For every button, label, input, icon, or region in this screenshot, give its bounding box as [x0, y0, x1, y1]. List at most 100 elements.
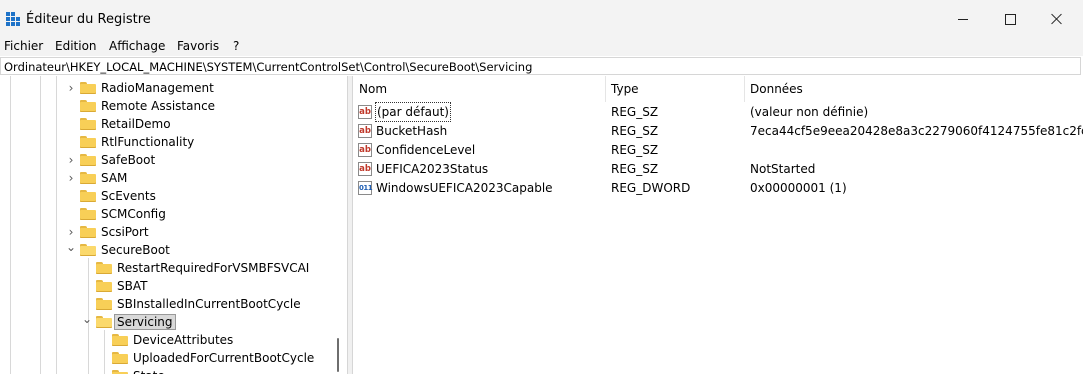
- value-row[interactable]: ab ConfidenceLevel REG_SZ: [353, 141, 1083, 159]
- value-row[interactable]: ab (par défaut) REG_SZ (valeur non définie): [353, 102, 1083, 122]
- tree-item-uploadedforcurrentbootcycle[interactable]: UploadedForCurrentBootCycle: [112, 349, 314, 367]
- folder-icon: [112, 370, 128, 374]
- value-row[interactable]: ab UEFICA2023Status REG_SZ NotStarted: [353, 160, 1083, 178]
- tree-item-sam[interactable]: › SAM: [69, 169, 128, 187]
- tree-item-label: State: [133, 369, 165, 374]
- string-value-icon: ab: [358, 124, 372, 138]
- tree-item-state[interactable]: State: [112, 367, 165, 374]
- tree-item-label: Remote Assistance: [101, 99, 216, 113]
- tree-item-servicing[interactable]: ⌄ Servicing: [82, 313, 176, 331]
- value-row[interactable]: ab BucketHash REG_SZ 7eca44cf5e9eea20428e8a…: [353, 122, 1083, 140]
- tree-scrollbar[interactable]: [337, 338, 339, 372]
- value-data: 0x00000001 (1): [750, 181, 847, 195]
- window-title: Éditeur du Registre: [26, 12, 151, 27]
- menu-fichier[interactable]: Fichier: [4, 39, 43, 53]
- value-row[interactable]: 011 WindowsUEFICA2023Capable REG_DWORD 0x00…: [353, 179, 1083, 197]
- tree-item-label: SafeBoot: [101, 153, 156, 167]
- tree-item-sbat[interactable]: SBAT: [96, 277, 147, 295]
- tree-item-retaildemo[interactable]: RetailDemo: [80, 115, 171, 133]
- folder-icon: [96, 316, 112, 328]
- maximize-icon: [1004, 13, 1016, 25]
- values-list[interactable]: Nom Type Données ab (par défaut) REG_SZ (va…: [353, 76, 1083, 374]
- minimize-icon: [958, 18, 968, 20]
- tree-item-deviceattributes[interactable]: DeviceAttributes: [112, 331, 233, 349]
- key-tree[interactable]: › RadioManagement Remote Assistance RetailD…: [0, 76, 347, 374]
- tree-item-label: RestartRequiredForVSMBFSVCAI: [117, 261, 310, 275]
- tree-item-label: RadioManagement: [101, 81, 214, 95]
- folder-icon: [96, 262, 112, 274]
- tree-item-label: SCMConfig: [101, 207, 166, 221]
- menu-edition[interactable]: Edition: [55, 39, 97, 53]
- tree-guide-line: [56, 76, 57, 374]
- folder-icon: [80, 226, 96, 238]
- value-name: BucketHash: [376, 124, 448, 138]
- folder-icon: [80, 136, 96, 148]
- tree-item-label: DeviceAttributes: [133, 333, 234, 347]
- tree-item-secureboot[interactable]: ⌄ SecureBoot: [66, 241, 170, 259]
- title-bar: Éditeur du Registre: [0, 0, 1083, 38]
- value-name: WindowsUEFICA2023Capable: [376, 181, 553, 195]
- close-button[interactable]: [1034, 4, 1080, 34]
- folder-icon: [112, 352, 128, 364]
- folder-icon: [80, 82, 96, 94]
- tree-item-rtlfunctionality[interactable]: RtlFunctionality: [80, 133, 194, 151]
- folder-icon: [80, 154, 96, 166]
- chevron-right-icon[interactable]: ›: [66, 151, 76, 169]
- string-value-icon: ab: [358, 143, 372, 157]
- menu-affichage[interactable]: Affichage: [109, 39, 165, 53]
- address-bar[interactable]: Ordinateur\HKEY_LOCAL_MACHINE\SYSTEM\Cur…: [0, 57, 1081, 75]
- chevron-down-icon[interactable]: ⌄: [66, 241, 76, 253]
- folder-icon: [96, 298, 112, 310]
- registry-editor-icon: [6, 12, 20, 26]
- menu-favoris[interactable]: Favoris: [177, 39, 219, 53]
- chevron-right-icon[interactable]: ›: [66, 223, 76, 241]
- tree-guide-line: [104, 330, 105, 374]
- value-name: (par défaut): [375, 102, 451, 122]
- tree-item-remote-assistance[interactable]: Remote Assistance: [80, 97, 215, 115]
- value-type: REG_SZ: [611, 143, 659, 157]
- value-type: REG_SZ: [611, 162, 659, 176]
- chevron-right-icon[interactable]: ›: [66, 79, 76, 97]
- tree-item-label: Servicing: [114, 314, 176, 330]
- folder-icon: [80, 172, 96, 184]
- tree-item-label: SAM: [101, 171, 128, 185]
- chevron-right-icon[interactable]: ›: [66, 169, 76, 187]
- value-name: UEFICA2023Status: [376, 162, 489, 176]
- tree-item-label: ScsiPort: [101, 225, 149, 239]
- menu-help[interactable]: ?: [233, 39, 239, 53]
- value-name: ConfidenceLevel: [376, 143, 476, 157]
- tree-item-scevents[interactable]: ScEvents: [80, 187, 156, 205]
- tree-item-label: RtlFunctionality: [101, 135, 195, 149]
- value-data: (valeur non définie): [750, 105, 869, 119]
- value-type: REG_SZ: [611, 105, 659, 119]
- maximize-button[interactable]: [987, 4, 1033, 34]
- value-type: REG_DWORD: [611, 181, 691, 195]
- folder-icon: [112, 334, 128, 346]
- tree-item-label: UploadedForCurrentBootCycle: [133, 351, 315, 365]
- column-header-name[interactable]: Nom: [353, 76, 605, 102]
- folder-icon: [80, 118, 96, 130]
- value-data: 7eca44cf5e9eea20428e8a3c2279060f4124755f…: [750, 124, 1083, 138]
- value-type: REG_SZ: [611, 124, 659, 138]
- tree-item-scsiport[interactable]: › ScsiPort: [69, 223, 149, 241]
- folder-icon: [80, 190, 96, 202]
- folder-icon: [80, 244, 96, 256]
- tree-item-scmconfig[interactable]: SCMConfig: [80, 205, 166, 223]
- column-header-type[interactable]: Type: [605, 76, 744, 102]
- tree-guide-line: [10, 76, 11, 374]
- menu-bar: Fichier Edition Affichage Favoris ?: [0, 38, 1083, 56]
- value-data: NotStarted: [750, 162, 816, 176]
- minimize-button[interactable]: [940, 4, 986, 34]
- tree-item-radiomanagement[interactable]: › RadioManagement: [69, 79, 214, 97]
- tree-item-safeboot[interactable]: › SafeBoot: [69, 151, 156, 169]
- tree-item-sbinstalledincurrentbootcycle[interactable]: SBInstalledInCurrentBootCycle: [96, 295, 301, 313]
- tree-item-label: RetailDemo: [101, 117, 171, 131]
- string-value-icon: ab: [358, 105, 372, 119]
- tree-item-restartrequiredforvsmbfsvcai[interactable]: RestartRequiredForVSMBFSVCAI: [96, 259, 309, 277]
- tree-item-label: SBInstalledInCurrentBootCycle: [117, 297, 301, 311]
- tree-item-label: SecureBoot: [101, 243, 170, 257]
- chevron-down-icon[interactable]: ⌄: [82, 313, 92, 325]
- column-header-data[interactable]: Données: [744, 76, 1083, 102]
- folder-icon: [96, 280, 112, 292]
- tree-guide-line: [40, 76, 41, 374]
